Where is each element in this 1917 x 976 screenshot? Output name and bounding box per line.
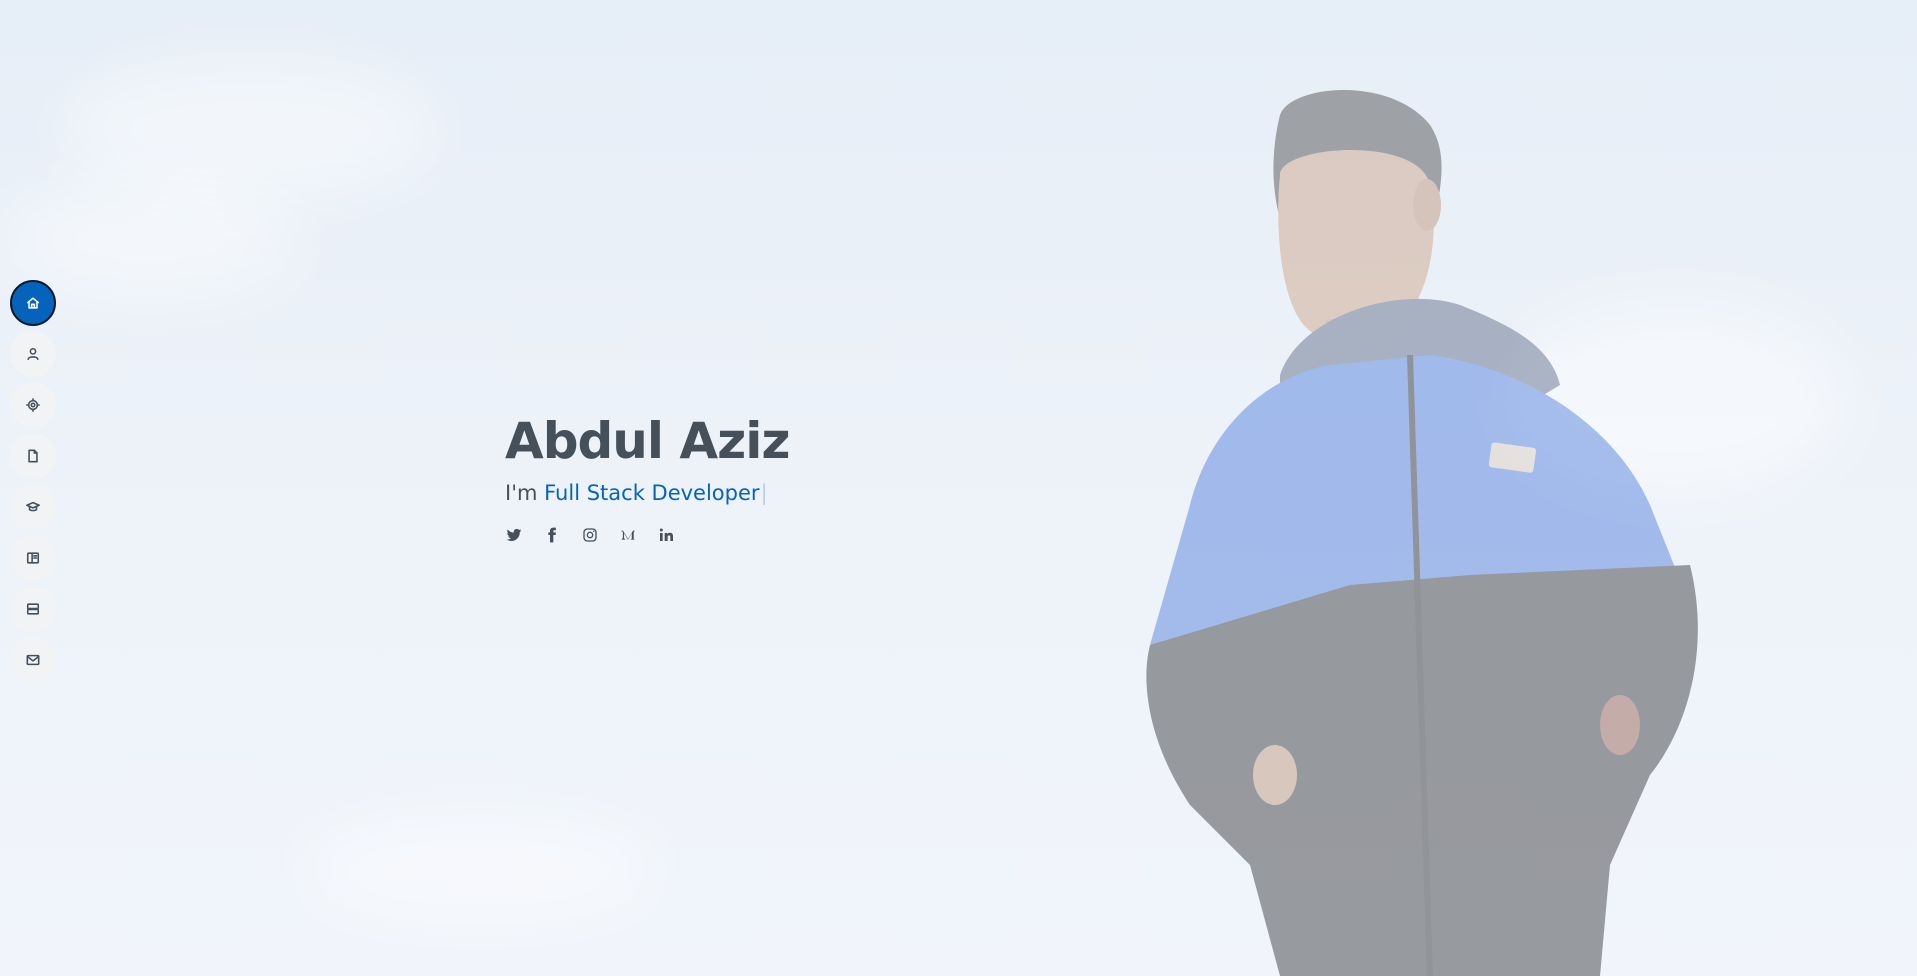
nav-education-button[interactable] xyxy=(10,484,56,530)
medium-link[interactable] xyxy=(619,526,637,544)
tagline-prefix: I'm xyxy=(505,481,538,505)
profile-photo xyxy=(1146,90,1698,976)
home-icon xyxy=(26,297,40,309)
nav-contact-button[interactable] xyxy=(10,637,56,683)
book-icon xyxy=(26,552,40,564)
hero-name: Abdul Aziz xyxy=(505,412,790,470)
envelope-icon xyxy=(26,654,40,666)
typed-role: Full Stack Developer xyxy=(544,481,760,505)
nav-about-button[interactable] xyxy=(10,331,56,377)
twitter-icon xyxy=(506,528,522,541)
typing-cursor: | xyxy=(760,481,768,505)
side-navigation xyxy=(10,280,58,683)
hero-tagline: I'm Full Stack Developer| xyxy=(505,478,789,508)
instagram-icon xyxy=(583,528,597,542)
linkedin-icon xyxy=(659,528,673,541)
nav-services-button[interactable] xyxy=(10,586,56,632)
person-icon xyxy=(27,347,39,361)
linkedin-link[interactable] xyxy=(657,526,675,544)
social-links xyxy=(505,526,789,544)
instagram-link[interactable] xyxy=(581,526,599,544)
education-icon xyxy=(26,501,40,512)
server-icon xyxy=(26,603,40,615)
file-icon xyxy=(28,449,38,463)
nav-home-button[interactable] xyxy=(10,280,56,326)
hero-section: Abdul Aziz I'm Full Stack Developer| xyxy=(505,408,790,544)
facebook-icon xyxy=(548,527,556,543)
nav-resume-button[interactable] xyxy=(10,433,56,479)
medium-icon xyxy=(621,530,635,540)
facebook-link[interactable] xyxy=(543,526,561,544)
nav-portfolio-button[interactable] xyxy=(10,535,56,581)
skills-icon xyxy=(26,398,40,412)
twitter-link[interactable] xyxy=(505,526,523,544)
nav-skills-button[interactable] xyxy=(10,382,56,428)
